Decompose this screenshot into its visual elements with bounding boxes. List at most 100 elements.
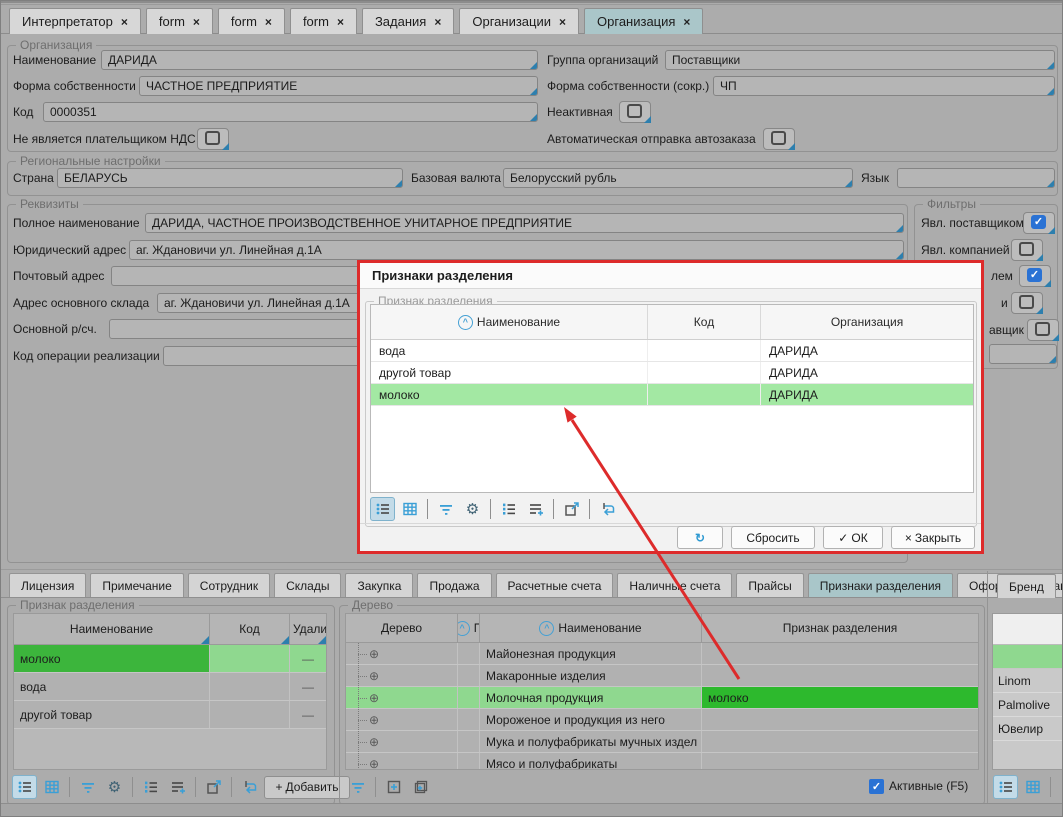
column-header-delete[interactable]: Удалить — [290, 614, 326, 644]
tab-close-icon[interactable]: × — [193, 15, 200, 29]
column-header-name[interactable]: ^Наименование — [480, 614, 702, 642]
top-tab-interpretator[interactable]: Интерпретатор× — [9, 8, 141, 34]
legal-address-field[interactable]: аг. Ждановичи ул. Линейная д.1А — [129, 240, 904, 260]
numbered-list-button[interactable] — [496, 497, 521, 521]
reload-list-button[interactable] — [595, 497, 620, 521]
column-header-priznak[interactable]: Признак разделения — [702, 614, 978, 642]
currency-field[interactable]: Белорусский рубль — [503, 168, 853, 188]
ownership-field[interactable]: ЧАСТНОЕ ПРЕДПРИЯТИЕ — [139, 76, 538, 96]
sort-asc-icon[interactable]: ^ — [458, 621, 470, 636]
open-external-button[interactable] — [559, 497, 584, 521]
code-field[interactable]: 0000351 — [43, 102, 538, 122]
top-tab-organizaciya[interactable]: Организация× — [584, 8, 703, 34]
tree-row[interactable]: ⊕ Мороженое и продукция из него — [346, 709, 978, 731]
tab-close-icon[interactable]: × — [559, 15, 566, 29]
expand-icon[interactable]: ⊕ — [369, 692, 379, 704]
no-vat-checkbox[interactable] — [197, 128, 229, 150]
expand-icon[interactable]: ⊕ — [369, 736, 379, 748]
settings-button[interactable]: ⚙ — [102, 775, 127, 799]
column-header-code[interactable]: Код — [648, 305, 761, 339]
bottom-tab-raschetnye-scheta[interactable]: Расчетные счета — [496, 573, 614, 598]
active-filter-checkbox[interactable]: ✓ — [869, 779, 884, 794]
brand-row[interactable]: Ювелир — [993, 717, 1063, 741]
expand-icon[interactable]: ⊕ — [369, 758, 379, 770]
language-field[interactable] — [897, 168, 1055, 188]
grid-view-button[interactable] — [1020, 775, 1045, 799]
top-tab-form-2[interactable]: form× — [218, 8, 285, 34]
brand-tab[interactable]: Бренд — [997, 574, 1056, 598]
filter-company-checkbox[interactable] — [1011, 239, 1043, 261]
dialog-table-row[interactable]: другой товар ДАРИДА — [371, 362, 973, 384]
add-to-list-button[interactable] — [165, 775, 190, 799]
auto-order-checkbox[interactable] — [763, 128, 795, 150]
expand-icon[interactable]: ⊕ — [369, 670, 379, 682]
filter-lem-checkbox[interactable]: ✓ — [1019, 265, 1051, 287]
sort-asc-icon[interactable]: ^ — [539, 621, 554, 636]
full-name-field[interactable]: ДАРИДА, ЧАСТНОЕ ПРОИЗВОДСТВЕННОЕ УНИТАРН… — [145, 213, 904, 233]
expand-icon[interactable]: ⊕ — [369, 714, 379, 726]
reset-button[interactable]: Сбросить — [731, 526, 815, 549]
tab-close-icon[interactable]: × — [121, 15, 128, 29]
bottom-tab-praysy[interactable]: Прайсы — [736, 573, 803, 598]
sort-asc-icon[interactable]: ^ — [458, 315, 473, 330]
list-view-button[interactable] — [370, 497, 395, 521]
brand-row-selected[interactable] — [993, 645, 1063, 669]
dialog-table-row[interactable]: вода ДАРИДА — [371, 340, 973, 362]
list-view-button[interactable] — [993, 775, 1018, 799]
bottom-tab-primechanie[interactable]: Примечание — [90, 573, 183, 598]
tab-close-icon[interactable]: × — [434, 15, 441, 29]
add-button[interactable]: +Добавить — [264, 776, 350, 799]
column-header-code[interactable]: Код — [210, 614, 290, 644]
table-row[interactable]: другой товар — — [14, 701, 326, 729]
dialog-table-row-selected[interactable]: молоко ДАРИДА — [371, 384, 973, 406]
column-header-p[interactable]: ^П — [458, 614, 480, 642]
filter-button[interactable] — [433, 497, 458, 521]
table-row-selected[interactable]: молоко — — [14, 645, 326, 673]
expand-all-button[interactable] — [408, 775, 433, 799]
numbered-list-button[interactable] — [138, 775, 163, 799]
inactive-checkbox[interactable] — [619, 101, 651, 123]
brand-row[interactable]: Linom — [993, 669, 1063, 693]
list-view-button[interactable] — [12, 775, 37, 799]
expand-icon[interactable]: ⊕ — [369, 648, 379, 660]
tab-close-icon[interactable]: × — [337, 15, 344, 29]
ownership-short-field[interactable]: ЧП — [713, 76, 1055, 96]
bottom-tab-zakupka[interactable]: Закупка — [345, 573, 413, 598]
close-button[interactable]: ×Закрыть — [891, 526, 975, 549]
org-group-field[interactable]: Поставщики — [665, 50, 1055, 70]
column-header-org[interactable]: Организация — [761, 305, 973, 339]
name-field[interactable]: ДАРИДА — [101, 50, 538, 70]
top-tab-zadaniya[interactable]: Задания× — [362, 8, 454, 34]
top-tab-form-3[interactable]: form× — [290, 8, 357, 34]
country-field[interactable]: БЕЛАРУСЬ — [57, 168, 403, 188]
tree-row[interactable]: ⊕ Мука и полуфабрикаты мучных издел — [346, 731, 978, 753]
bottom-tab-sklady[interactable]: Склады — [274, 573, 341, 598]
refresh-button[interactable]: ↻ — [677, 526, 723, 549]
top-tab-form-1[interactable]: form× — [146, 8, 213, 34]
filter-button[interactable] — [1056, 775, 1063, 799]
reload-list-button[interactable] — [237, 775, 262, 799]
column-header-tree[interactable]: Дерево — [346, 614, 458, 642]
tree-row-selected[interactable]: ⊕ Молочная продукция молоко — [346, 687, 978, 709]
open-external-button[interactable] — [201, 775, 226, 799]
bottom-tab-sotrudnik[interactable]: Сотрудник — [188, 573, 270, 598]
filter-supplier-checkbox[interactable]: ✓ — [1023, 212, 1055, 234]
bottom-tab-licenziya[interactable]: Лицензия — [9, 573, 86, 598]
settings-button[interactable]: ⚙ — [460, 497, 485, 521]
tree-row[interactable]: ⊕ Макаронные изделия — [346, 665, 978, 687]
filter-extra-field[interactable] — [989, 344, 1057, 364]
bottom-tab-nalichnye-scheta[interactable]: Наличные счета — [617, 573, 732, 598]
grid-view-button[interactable] — [39, 775, 64, 799]
tree-row[interactable]: ⊕ Майонезная продукция — [346, 643, 978, 665]
column-header-name[interactable]: ^ Наименование — [371, 305, 648, 339]
active-filter[interactable]: ✓ Активные (F5) — [869, 774, 968, 798]
filter-avshchik-checkbox[interactable] — [1027, 319, 1059, 341]
grid-view-button[interactable] — [397, 497, 422, 521]
add-to-list-button[interactable] — [523, 497, 548, 521]
tab-close-icon[interactable]: × — [683, 15, 690, 29]
filter-button[interactable] — [345, 775, 370, 799]
table-row[interactable]: вода — — [14, 673, 326, 701]
filter-i-checkbox[interactable] — [1011, 292, 1043, 314]
top-tab-organizacii[interactable]: Организации× — [459, 8, 579, 34]
bottom-tab-prodazha[interactable]: Продажа — [417, 573, 491, 598]
